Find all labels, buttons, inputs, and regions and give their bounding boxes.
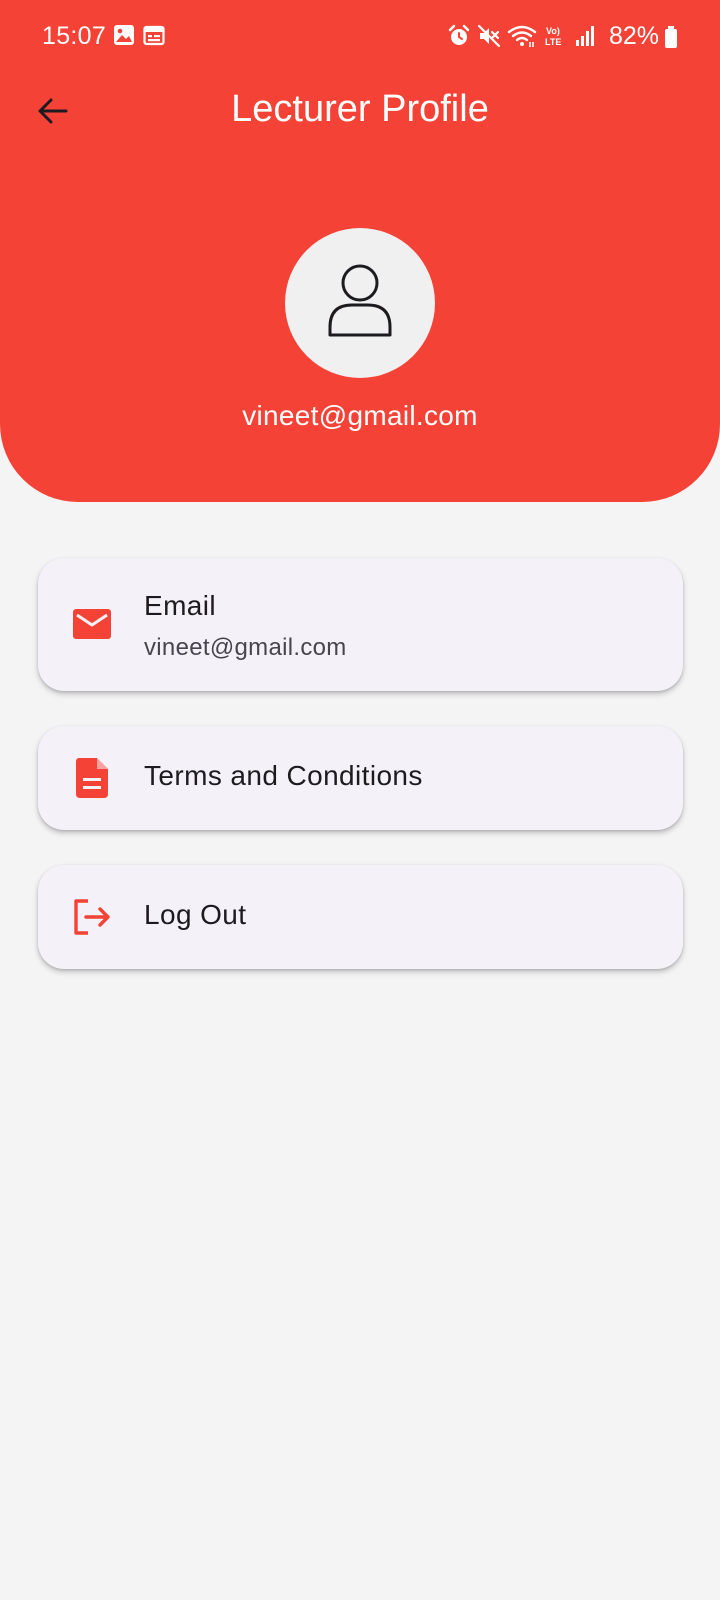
gallery-icon xyxy=(113,24,135,53)
battery-icon xyxy=(664,26,678,55)
profile-screen: 15:07 Vo) LTE 82% Lecturer Profile vinee… xyxy=(0,0,720,1600)
logout-card[interactable]: Log Out xyxy=(38,865,683,969)
alarm-icon xyxy=(447,24,471,55)
email-card-title: Email xyxy=(144,590,217,621)
volte-icon: Vo) LTE xyxy=(543,24,569,55)
logout-card-title: Log Out xyxy=(144,899,247,930)
terms-card-title: Terms and Conditions xyxy=(144,760,423,791)
status-time: 15:07 xyxy=(42,22,107,50)
svg-text:Vo): Vo) xyxy=(546,26,560,36)
terms-card[interactable]: Terms and Conditions xyxy=(38,726,683,830)
profile-email: vineet@gmail.com xyxy=(242,400,478,431)
person-outline-icon xyxy=(324,261,396,346)
email-card-value: vineet@gmail.com xyxy=(144,634,347,661)
signal-icon xyxy=(574,24,596,55)
calendar-icon xyxy=(143,24,165,53)
mail-icon xyxy=(70,602,114,646)
wifi-icon xyxy=(507,24,537,55)
status-bar: 15:07 Vo) LTE 82% xyxy=(0,0,720,76)
mute-icon xyxy=(477,24,501,55)
avatar xyxy=(285,228,435,378)
page-title: Lecturer Profile xyxy=(231,88,489,130)
document-icon xyxy=(70,756,114,800)
email-card[interactable]: Email vineet@gmail.com xyxy=(38,558,683,691)
battery-percentage: 82% xyxy=(609,22,660,50)
svg-text:LTE: LTE xyxy=(545,37,561,47)
profile-header: 15:07 Vo) LTE 82% Lecturer Profile vinee… xyxy=(0,0,720,502)
logout-icon xyxy=(70,895,114,939)
